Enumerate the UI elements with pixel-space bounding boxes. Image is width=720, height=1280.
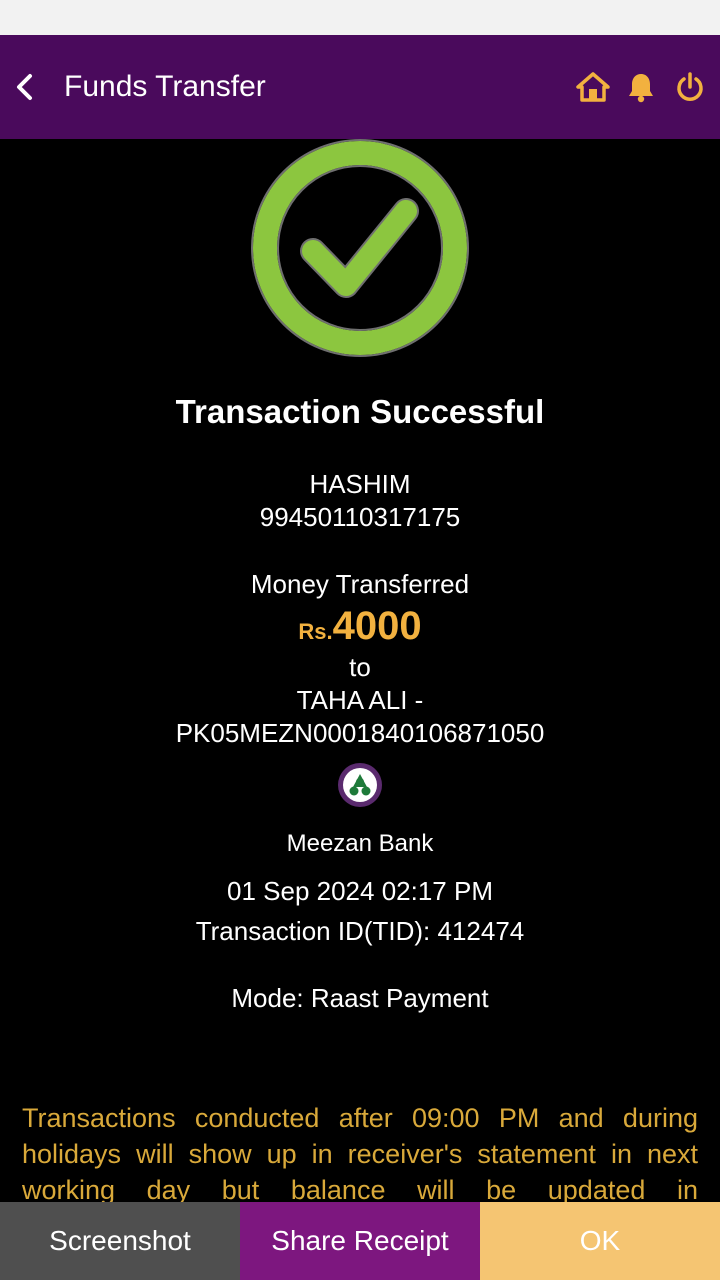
home-button[interactable] [575, 69, 611, 105]
to-label: to [349, 652, 371, 682]
sender-account: 99450110317175 [259, 502, 461, 532]
transaction-datetime: 01 Sep 2024 02:17 PM [227, 876, 493, 906]
transaction-id: Transaction ID(TID): 412474 [195, 916, 525, 946]
page-title: Funds Transfer [64, 70, 266, 103]
currency-label: Rs. [298, 619, 333, 644]
sender-name: HASHIM [309, 469, 411, 499]
action-bar: Screenshot Share Receipt OK [0, 1202, 720, 1280]
share-receipt-button[interactable]: Share Receipt [240, 1202, 480, 1280]
back-button[interactable] [6, 67, 42, 107]
notifications-button[interactable] [623, 69, 659, 105]
status-title: Transaction Successful [175, 393, 545, 430]
meezan-bank-logo [338, 763, 382, 807]
success-check-icon [251, 139, 469, 357]
payment-mode: Mode: Raast Payment [231, 983, 489, 1013]
receiver-name: TAHA ALI - [296, 685, 424, 715]
power-icon [677, 72, 703, 101]
home-icon [576, 72, 610, 102]
status-bar [0, 0, 720, 35]
bank-name: Meezan Bank [286, 830, 434, 857]
amount-value: 4000 [332, 604, 422, 648]
money-transferred-label: Money Transferred [250, 569, 470, 599]
receiver-iban: PK05MEZN0001840106871050 [175, 718, 545, 748]
notice-text: Transactions conducted after 09:00 PM an… [22, 1103, 698, 1205]
bell-icon [629, 74, 653, 103]
ok-button[interactable]: OK [480, 1202, 720, 1280]
app-header: Funds Transfer [0, 35, 720, 139]
logout-button[interactable] [672, 69, 708, 105]
screenshot-button[interactable]: Screenshot [0, 1202, 240, 1280]
back-icon [17, 74, 32, 100]
